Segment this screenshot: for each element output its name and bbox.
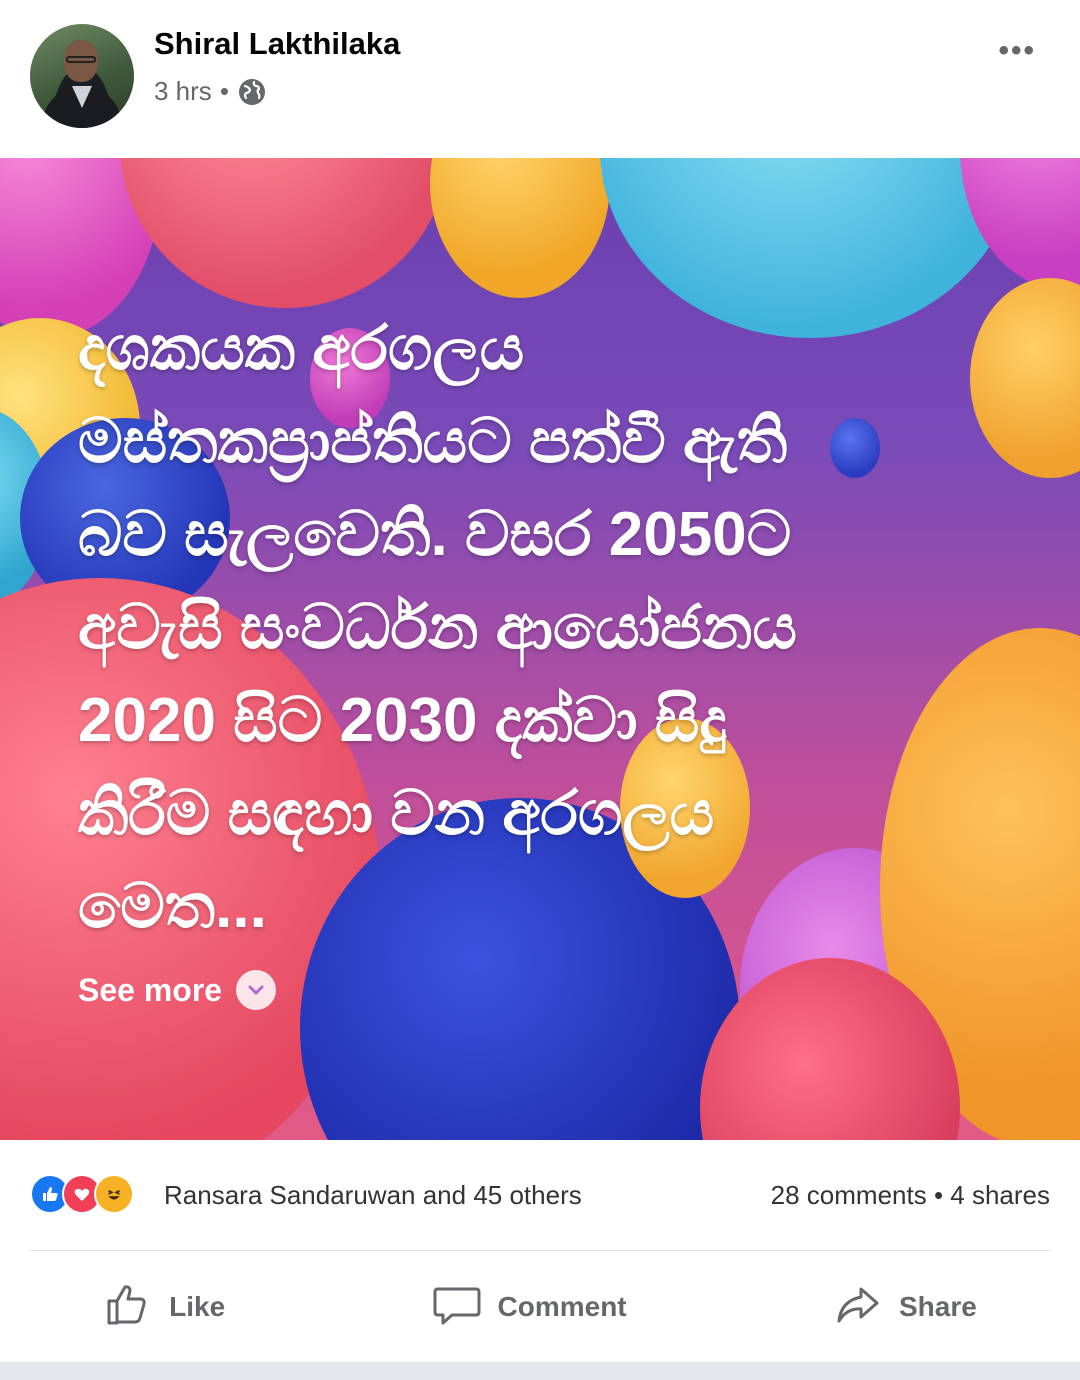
more-options-button[interactable]: ••• bbox=[998, 34, 1036, 68]
author-name[interactable]: Shiral Lakthilaka bbox=[154, 26, 400, 62]
comment-label: Comment bbox=[497, 1291, 627, 1322]
share-button[interactable]: Share bbox=[833, 1279, 977, 1336]
meta-separator: • bbox=[219, 76, 229, 106]
action-bar: Like Comment Share bbox=[0, 1252, 1080, 1362]
balloon bbox=[430, 158, 610, 298]
feed-separator bbox=[0, 1362, 1080, 1380]
share-label: Share bbox=[898, 1291, 977, 1322]
reaction-icons[interactable] bbox=[30, 1174, 134, 1214]
author-avatar[interactable] bbox=[30, 24, 134, 128]
post-text-line: බව සැලවෙති. වසර 2050ට bbox=[78, 500, 792, 569]
haha-icon bbox=[94, 1174, 134, 1214]
post-image: දශකයක අරගලය මස්තකප්‍රාප්තියට පත්වී ඇති බ… bbox=[0, 158, 1080, 1140]
reactors-text[interactable]: Ransara Sandaruwan and 45 others bbox=[164, 1180, 582, 1211]
post-header: Shiral Lakthilaka 3 hrs • ••• bbox=[0, 0, 1080, 158]
like-button[interactable]: Like bbox=[103, 1279, 225, 1336]
post-text: දශකයක අරගලය මස්තකප්‍රාප්තියට පත්වී ඇති බ… bbox=[78, 302, 978, 953]
divider bbox=[30, 1250, 1050, 1251]
globe-icon[interactable] bbox=[237, 77, 267, 107]
thumbs-up-icon bbox=[103, 1279, 153, 1336]
comment-button[interactable]: Comment bbox=[432, 1279, 627, 1336]
see-more-button[interactable]: See more bbox=[78, 970, 277, 1010]
avatar-glasses bbox=[66, 56, 96, 63]
like-label: Like bbox=[169, 1291, 226, 1322]
share-icon bbox=[833, 1279, 883, 1336]
post-text-line: මෙත... bbox=[78, 872, 267, 941]
post-meta: 3 hrs • bbox=[154, 76, 267, 107]
post-time[interactable]: 3 hrs bbox=[154, 76, 212, 107]
post-text-line: කිරීම සඳහා වන අරගලය bbox=[78, 779, 715, 848]
chevron-down-icon bbox=[236, 970, 277, 1010]
comment-share-counts[interactable]: 28 comments • 4 shares bbox=[771, 1180, 1050, 1211]
balloon bbox=[120, 158, 450, 308]
post-text-line: මස්තකප්‍රාප්තියට පත්වී ඇති bbox=[78, 407, 788, 476]
post-text-line: 2020 සිට 2030 දක්වා සිදු bbox=[78, 686, 727, 755]
see-more-label: See more bbox=[78, 971, 223, 1008]
post-text-line: අවැසි සංවර්ධන ආයෝජනය bbox=[78, 593, 797, 662]
comment-icon bbox=[432, 1279, 482, 1336]
post-text-line: දශකයක අරගලය bbox=[78, 314, 525, 383]
balloon bbox=[970, 278, 1080, 478]
balloon bbox=[960, 158, 1080, 288]
